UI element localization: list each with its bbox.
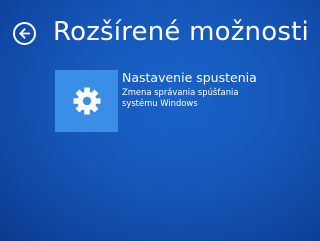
option-description: Zmena správania spúšťania systému Window… [122, 87, 239, 108]
option-startup-settings[interactable]: Nastavenie spustenia Zmena správania spú… [55, 70, 265, 132]
page-title: Rozšírené možnosti [53, 17, 309, 47]
startup-settings-icon-tile [55, 70, 118, 132]
back-arrow-icon [19, 27, 31, 39]
option-title: Nastavenie spustenia [122, 70, 257, 85]
option-text: Nastavenie spustenia Zmena správania spú… [122, 71, 262, 109]
back-button[interactable] [13, 21, 36, 45]
header: Rozšírené možnosti [13, 12, 309, 52]
gear-icon [73, 87, 100, 115]
